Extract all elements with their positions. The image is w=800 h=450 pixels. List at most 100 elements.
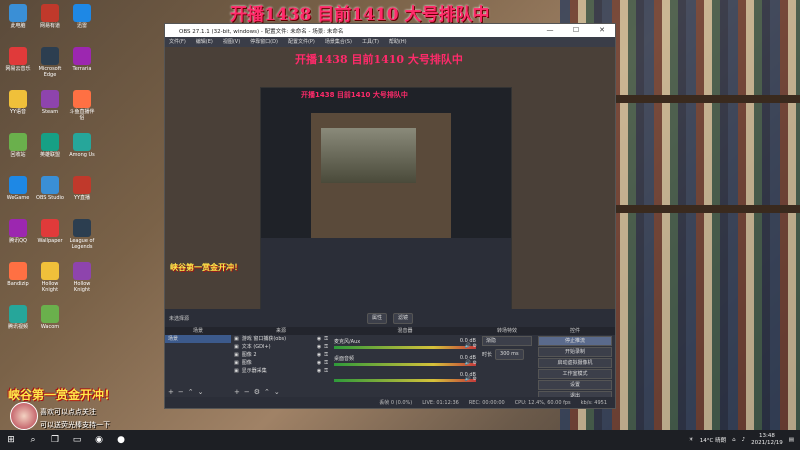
file-explorer-icon[interactable]: ▭: [68, 431, 86, 449]
visibility-eye-icon[interactable]: ◉: [317, 367, 321, 375]
desktop-icon[interactable]: Hollow Knight: [36, 262, 64, 293]
desktop-icon[interactable]: Terraria: [68, 47, 96, 72]
lock-icon[interactable]: ⚿: [324, 359, 331, 367]
desktop-icon[interactable]: WeGame: [4, 176, 32, 201]
desktop-icon[interactable]: OBS Studio: [36, 176, 64, 201]
scene-item[interactable]: 场景: [165, 335, 231, 343]
properties-button[interactable]: 属性: [366, 312, 387, 324]
desktop-icon[interactable]: 迅雷: [68, 4, 96, 29]
visibility-eye-icon[interactable]: ◉: [317, 335, 321, 343]
menu-item[interactable]: 文件(F): [169, 37, 186, 47]
add-icon[interactable]: +: [168, 388, 174, 397]
lock-icon[interactable]: ⚿: [324, 343, 331, 351]
control-button[interactable]: 工作室模式: [538, 369, 612, 379]
remove-icon[interactable]: −: [178, 388, 184, 397]
desktop-icon[interactable]: Microsoft Edge: [36, 47, 64, 78]
source-item[interactable]: ▣ 游戏 窗口捕获(obs) ◉ ⚿: [231, 335, 331, 343]
up-icon[interactable]: ⌃: [264, 388, 270, 397]
desktop-icon-label: Terraria: [72, 66, 92, 72]
source-item[interactable]: ▣ 文本 (GDI+) ◉ ⚿: [231, 343, 331, 351]
desktop-icon[interactable]: League of Legends: [68, 219, 96, 250]
minimize-icon[interactable]: —: [537, 24, 563, 37]
visibility-eye-icon[interactable]: ◉: [317, 343, 321, 351]
visibility-eye-icon[interactable]: ◉: [317, 351, 321, 359]
volume-icon[interactable]: ♪: [742, 437, 746, 443]
down-icon[interactable]: ⌄: [274, 388, 280, 397]
notification-icon[interactable]: ▤: [789, 437, 794, 443]
menu-item[interactable]: 编辑(E): [196, 37, 213, 47]
desktop-icon[interactable]: 腾讯视频: [4, 305, 32, 330]
source-type-icon: ▣: [234, 352, 239, 358]
network-icon[interactable]: ⌂: [732, 437, 736, 443]
mixer-channel: 麦克风/Aux 0.0 dB 🔊 ⚙: [334, 338, 477, 352]
menu-item[interactable]: 工具(T): [362, 37, 379, 47]
task-view-icon[interactable]: ❐: [46, 431, 64, 449]
transition-select[interactable]: 渐隐: [482, 336, 532, 346]
control-button[interactable]: 设置: [538, 380, 612, 390]
desktop-icon-label: 网易有道: [39, 23, 60, 29]
close-icon[interactable]: ✕: [589, 24, 615, 37]
lock-icon[interactable]: ⚿: [324, 351, 331, 359]
lock-icon[interactable]: ⚿: [324, 335, 331, 343]
volume-meter[interactable]: 🔊 ⚙: [334, 360, 477, 366]
gear-icon[interactable]: ⚙: [254, 388, 260, 397]
desktop-icon[interactable]: 腾讯QQ: [4, 219, 32, 244]
weather-icon[interactable]: ☀: [689, 437, 694, 443]
obs-taskbar-icon[interactable]: ◉: [90, 431, 108, 449]
desktop-icon[interactable]: Among Us: [68, 133, 96, 158]
up-icon[interactable]: ⌃: [188, 388, 194, 397]
remove-icon[interactable]: −: [244, 388, 250, 397]
visibility-eye-icon[interactable]: ◉: [317, 359, 321, 367]
speaker-icon[interactable]: 🔊 ⚙: [465, 360, 477, 366]
source-item[interactable]: ▣ 显示器采集 ◉ ⚿: [231, 367, 331, 375]
desktop-icon-label: 腾讯视频: [7, 324, 28, 330]
lock-icon[interactable]: ⚿: [324, 367, 331, 375]
desktop-icon[interactable]: 英雄联盟: [36, 133, 64, 158]
nested-preview-deep: [311, 113, 451, 253]
bitrate: kb/s: 4951: [580, 399, 607, 406]
source-item[interactable]: ▣ 图像 2 ◉ ⚿: [231, 351, 331, 359]
source-toolbar: 未选择源 属性 滤镜: [165, 309, 615, 327]
desktop-icon[interactable]: 网易有道: [36, 4, 64, 29]
control-button[interactable]: 开始录制: [538, 347, 612, 357]
speaker-icon[interactable]: 🔊 ⚙: [465, 376, 477, 382]
menu-item[interactable]: 帮助(H): [389, 37, 407, 47]
desktop-icon[interactable]: 回收站: [4, 133, 32, 158]
app-icon: [73, 47, 91, 65]
desktop-icon-label: Steam: [41, 109, 59, 115]
desktop-icon[interactable]: Wallpaper: [36, 219, 64, 244]
desktop-icon[interactable]: 此电脑: [4, 4, 32, 29]
desktop-icon[interactable]: YY语音: [4, 90, 32, 115]
filters-button[interactable]: 滤镜: [393, 312, 414, 324]
desktop-icon[interactable]: Bandizip: [4, 262, 32, 287]
volume-meter[interactable]: 🔊 ⚙: [334, 376, 477, 382]
menu-item[interactable]: 视图(V): [223, 37, 240, 47]
desktop-icon[interactable]: 斗鱼直播伴侣: [68, 90, 96, 121]
volume-meter[interactable]: 🔊 ⚙: [334, 343, 477, 349]
control-button[interactable]: 启动虚拟摄像机: [538, 358, 612, 368]
duration-input[interactable]: 300 ms: [495, 349, 524, 360]
maximize-icon[interactable]: ☐: [563, 24, 589, 37]
taskbar: ⊞ ⌕ ❐ ▭ ◉ ● ☀ 14°C 晴朗 ⌂ ♪ 13:48 2021/12/…: [0, 430, 800, 450]
desktop-icon[interactable]: 网易云音乐: [4, 47, 32, 72]
preview-canvas[interactable]: 开播1438 目前1410 大号排队中 开播1438 目前1410 大号排队中 …: [165, 47, 615, 327]
down-icon[interactable]: ⌄: [198, 388, 204, 397]
duration-label: 时长: [482, 352, 493, 358]
windows-start-icon[interactable]: ⊞: [2, 431, 20, 449]
add-icon[interactable]: +: [234, 388, 240, 397]
app-icon: [73, 219, 91, 237]
menu-item[interactable]: 配置文件(P): [288, 37, 315, 47]
desktop-icon[interactable]: YY直播: [68, 176, 96, 201]
desktop-icon[interactable]: Steam: [36, 90, 64, 115]
clock[interactable]: 13:48 2021/12/19: [751, 433, 783, 447]
browser-taskbar-icon[interactable]: ●: [112, 431, 130, 449]
search-icon[interactable]: ⌕: [24, 431, 42, 449]
desktop-icon[interactable]: Wacom: [36, 305, 64, 330]
control-button[interactable]: 停止推流: [538, 336, 612, 346]
source-item[interactable]: ▣ 图像 ◉ ⚿: [231, 359, 331, 367]
desktop-icon[interactable]: Hollow Knight: [68, 262, 96, 293]
menu-item[interactable]: 场景集合(S): [325, 37, 352, 47]
menu-item[interactable]: 停靠窗口(D): [250, 37, 278, 47]
speaker-icon[interactable]: 🔊 ⚙: [465, 343, 477, 349]
nested-obs-panel: [261, 238, 511, 318]
